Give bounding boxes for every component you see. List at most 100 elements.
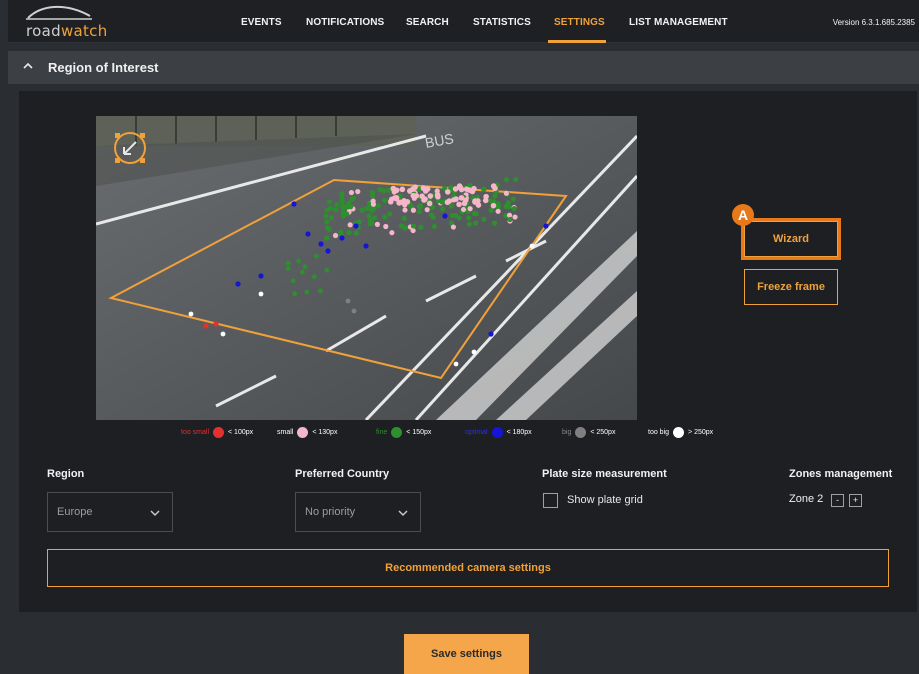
detection-dot bbox=[410, 192, 417, 199]
detection-dot bbox=[507, 216, 513, 223]
detection-dot bbox=[418, 224, 424, 230]
detection-dot bbox=[529, 243, 535, 249]
detection-dot bbox=[369, 220, 375, 226]
top-navigation-bar: roadwatch EVENTS NOTIFICATIONS SEARCH ST… bbox=[8, 0, 919, 43]
detection-dot bbox=[353, 223, 359, 229]
section-title: Region of Interest bbox=[48, 60, 159, 75]
legend-name: big bbox=[562, 429, 572, 436]
region-of-interest-panel: BUS Wizard A Freeze frame too small < 100… bbox=[19, 91, 917, 612]
nav-search[interactable]: SEARCH bbox=[406, 17, 449, 28]
detection-dot bbox=[311, 274, 317, 280]
detection-dot bbox=[543, 223, 549, 229]
roadwatch-logo[interactable]: roadwatch bbox=[24, 4, 107, 40]
detection-dot bbox=[332, 232, 339, 239]
detection-dot bbox=[325, 248, 331, 254]
detection-dot bbox=[339, 235, 345, 241]
nav-events[interactable]: EVENTS bbox=[241, 17, 282, 28]
legend-size: < 150px bbox=[406, 429, 432, 436]
detection-dot bbox=[323, 213, 329, 219]
detection-dot bbox=[446, 198, 453, 204]
detection-dot bbox=[296, 258, 301, 264]
recommended-camera-settings-button[interactable]: Recommended camera settings bbox=[47, 549, 889, 587]
detection-dot bbox=[258, 273, 264, 279]
detection-dot bbox=[495, 208, 501, 214]
nav-list-management[interactable]: LIST MANAGEMENT bbox=[629, 17, 728, 28]
detection-dot bbox=[389, 230, 395, 236]
detection-dot bbox=[292, 291, 298, 297]
detection-dot bbox=[302, 264, 308, 270]
region-value: Europe bbox=[57, 506, 93, 518]
legend-size: < 100px bbox=[228, 429, 254, 436]
detection-dot bbox=[490, 202, 497, 209]
detection-dot bbox=[472, 199, 478, 205]
detection-dot bbox=[324, 267, 330, 273]
detection-dot bbox=[220, 331, 226, 337]
detection-dot bbox=[382, 197, 388, 203]
chevron-down-icon bbox=[150, 510, 160, 517]
annotation-badge: A bbox=[732, 204, 754, 226]
logo-text: roadwatch bbox=[26, 22, 108, 40]
legend-fine: fine < 150px bbox=[376, 427, 431, 438]
camera-view[interactable]: BUS bbox=[96, 116, 637, 420]
detection-dot bbox=[435, 193, 441, 200]
legend-name: fine bbox=[376, 429, 388, 436]
detection-dot bbox=[430, 214, 436, 220]
detection-dot bbox=[492, 193, 498, 199]
legend-dot-icon bbox=[391, 427, 403, 438]
nav-statistics[interactable]: STATISTICS bbox=[473, 17, 531, 28]
zone-minus-button[interactable]: - bbox=[831, 494, 844, 507]
detection-dot bbox=[324, 219, 330, 225]
detection-dot bbox=[450, 224, 457, 230]
detection-dot bbox=[305, 231, 311, 237]
detection-dot bbox=[491, 220, 498, 226]
detection-dot bbox=[466, 221, 472, 227]
detection-dot bbox=[472, 220, 479, 226]
detection-dot bbox=[347, 222, 353, 228]
detection-dot bbox=[348, 204, 354, 210]
detection-dot bbox=[427, 193, 434, 199]
detection-dot bbox=[351, 308, 357, 314]
nav-notifications[interactable]: NOTIFICATIONS bbox=[306, 17, 384, 28]
legend-optimal: optimal < 180px bbox=[465, 427, 532, 438]
version-label: Version 6.3.1.685.2385 bbox=[832, 18, 915, 27]
preferred-country-select[interactable]: No priority bbox=[295, 492, 421, 532]
detection-dot bbox=[503, 190, 509, 196]
detection-dot bbox=[449, 212, 456, 219]
show-plate-grid-label[interactable]: Show plate grid bbox=[567, 494, 643, 506]
detection-dot bbox=[355, 188, 361, 195]
detection-dot bbox=[510, 196, 516, 202]
detection-dot bbox=[318, 241, 324, 247]
save-settings-button[interactable]: Save settings bbox=[404, 634, 529, 674]
section-header[interactable]: Region of Interest bbox=[8, 51, 919, 84]
detection-dot bbox=[397, 199, 404, 206]
detection-dot bbox=[324, 207, 330, 213]
detection-dot bbox=[402, 207, 408, 213]
detection-dot bbox=[442, 213, 448, 219]
detection-dot bbox=[258, 291, 264, 297]
camera-frame: BUS bbox=[96, 116, 637, 420]
region-select[interactable]: Europe bbox=[47, 492, 173, 532]
legend-name: small bbox=[277, 429, 294, 436]
detection-dot bbox=[471, 210, 477, 216]
detection-dot bbox=[416, 209, 422, 215]
detection-dot bbox=[356, 219, 362, 225]
zone-plus-button[interactable]: + bbox=[849, 494, 862, 507]
detection-dot bbox=[382, 214, 388, 220]
freeze-frame-button[interactable]: Freeze frame bbox=[744, 269, 838, 305]
detection-dot bbox=[340, 212, 347, 218]
detection-dot bbox=[490, 183, 497, 189]
legend-name: too small bbox=[181, 429, 210, 436]
detection-dot bbox=[326, 226, 332, 232]
detection-dot bbox=[366, 213, 372, 219]
detection-dot bbox=[456, 215, 462, 221]
detection-dot bbox=[467, 206, 473, 212]
show-plate-grid-checkbox[interactable] bbox=[543, 493, 558, 508]
chevron-up-icon[interactable] bbox=[22, 61, 34, 71]
detection-dot bbox=[213, 321, 219, 327]
detection-dot bbox=[404, 198, 411, 205]
detection-dot bbox=[370, 193, 376, 199]
resize-arrow-icon[interactable] bbox=[112, 130, 148, 166]
plate-size-label: Plate size measurement bbox=[542, 468, 667, 480]
legend-name: optimal bbox=[465, 429, 488, 436]
nav-settings[interactable]: SETTINGS bbox=[554, 17, 605, 28]
